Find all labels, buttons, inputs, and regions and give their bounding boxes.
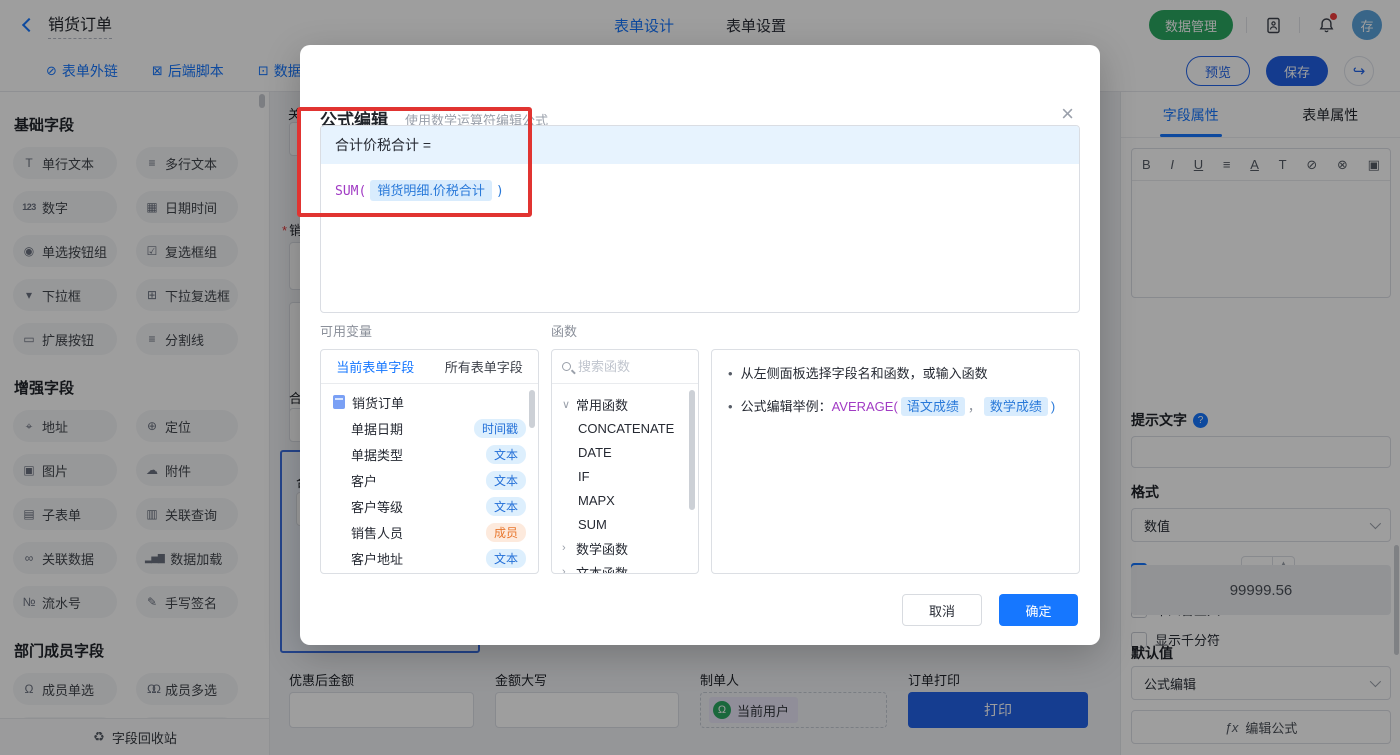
function-search xyxy=(552,350,698,384)
function-item-mapx[interactable]: MAPX xyxy=(552,488,698,512)
functions-scrollbar[interactable] xyxy=(689,390,695,510)
example-field-chip: 数学成绩 xyxy=(984,397,1048,416)
tab-current-form-fields[interactable]: 当前表单字段 xyxy=(336,357,414,376)
function-item-if[interactable]: IF xyxy=(552,464,698,488)
function-item-concatenate[interactable]: CONCATENATE xyxy=(552,416,698,440)
caret-right-icon: › xyxy=(562,566,570,574)
variables-tabs: 当前表单字段 所有表单字段 xyxy=(321,350,538,384)
help-tip-2: • 公式编辑举例：AVERAGE(语文成绩，数学成绩) xyxy=(728,397,1063,417)
field-type-badge: 文本 xyxy=(486,549,526,568)
variables-scrollbar[interactable] xyxy=(529,390,535,428)
form-doc-icon xyxy=(333,395,345,409)
confirm-button[interactable]: 确定 xyxy=(999,594,1078,626)
variable-field-row[interactable]: 客户地址文本 xyxy=(321,545,538,571)
tab-all-form-fields[interactable]: 所有表单字段 xyxy=(445,357,523,376)
function-item-sum[interactable]: SUM xyxy=(552,512,698,536)
close-icon[interactable]: × xyxy=(1061,103,1074,125)
field-type-badge: 成员 xyxy=(486,523,526,542)
variable-field-row[interactable]: 单据日期时间戳 xyxy=(321,415,538,441)
caret-right-icon: › xyxy=(562,542,570,554)
variable-field-row[interactable]: 销售人员成员 xyxy=(321,519,538,545)
function-group-math[interactable]: ›数学函数 xyxy=(552,536,698,560)
help-tip-1: • 从左侧面板选择字段名和函数，或输入函数 xyxy=(728,364,1063,384)
variable-field-row[interactable]: 文本 xyxy=(321,571,538,574)
functions-panel: ∨常用函数 CONCATENATE DATE IF MAPX SUM ›数学函数… xyxy=(551,349,699,574)
search-function-input[interactable] xyxy=(578,359,678,374)
caret-down-icon: ∨ xyxy=(562,398,570,411)
field-type-badge: 时间戳 xyxy=(474,419,526,438)
search-icon xyxy=(562,362,571,371)
formula-target: 合计价税合计 = xyxy=(321,126,1079,164)
variables-section-label: 可用变量 xyxy=(320,321,372,340)
formula-edit-dialog: 公式编辑 使用数学运算符编辑公式 × 合计价税合计 = SUM(销货明细.价税合… xyxy=(300,45,1100,645)
formula-function: SUM( xyxy=(335,184,366,199)
functions-section-label: 函数 xyxy=(551,321,577,340)
field-type-badge: 文本 xyxy=(486,471,526,490)
variables-panel: 当前表单字段 所有表单字段 销货订单 单据日期时间戳 单据类型文本 客户文本 客… xyxy=(320,349,539,574)
example-function: AVERAGE( xyxy=(832,399,898,414)
function-group-text[interactable]: ›文本函数 xyxy=(552,560,698,574)
function-group-common[interactable]: ∨常用函数 xyxy=(552,392,698,416)
formula-help-panel: • 从左侧面板选择字段名和函数，或输入函数 • 公式编辑举例：AVERAGE(语… xyxy=(711,349,1080,574)
formula-editor[interactable]: 合计价税合计 = SUM(销货明细.价税合计) xyxy=(320,125,1080,313)
field-type-badge: 文本 xyxy=(486,497,526,516)
variables-root-node[interactable]: 销货订单 xyxy=(321,389,538,415)
variable-field-row[interactable]: 客户等级文本 xyxy=(321,493,538,519)
formula-expression[interactable]: SUM(销货明细.价税合计) xyxy=(321,164,1079,215)
field-type-badge: 文本 xyxy=(486,445,526,464)
variable-field-row[interactable]: 单据类型文本 xyxy=(321,441,538,467)
example-field-chip: 语文成绩 xyxy=(901,397,965,416)
function-item-date[interactable]: DATE xyxy=(552,440,698,464)
variable-field-row[interactable]: 客户文本 xyxy=(321,467,538,493)
formula-field-chip[interactable]: 销货明细.价税合计 xyxy=(370,180,492,201)
cancel-button[interactable]: 取消 xyxy=(902,594,982,626)
